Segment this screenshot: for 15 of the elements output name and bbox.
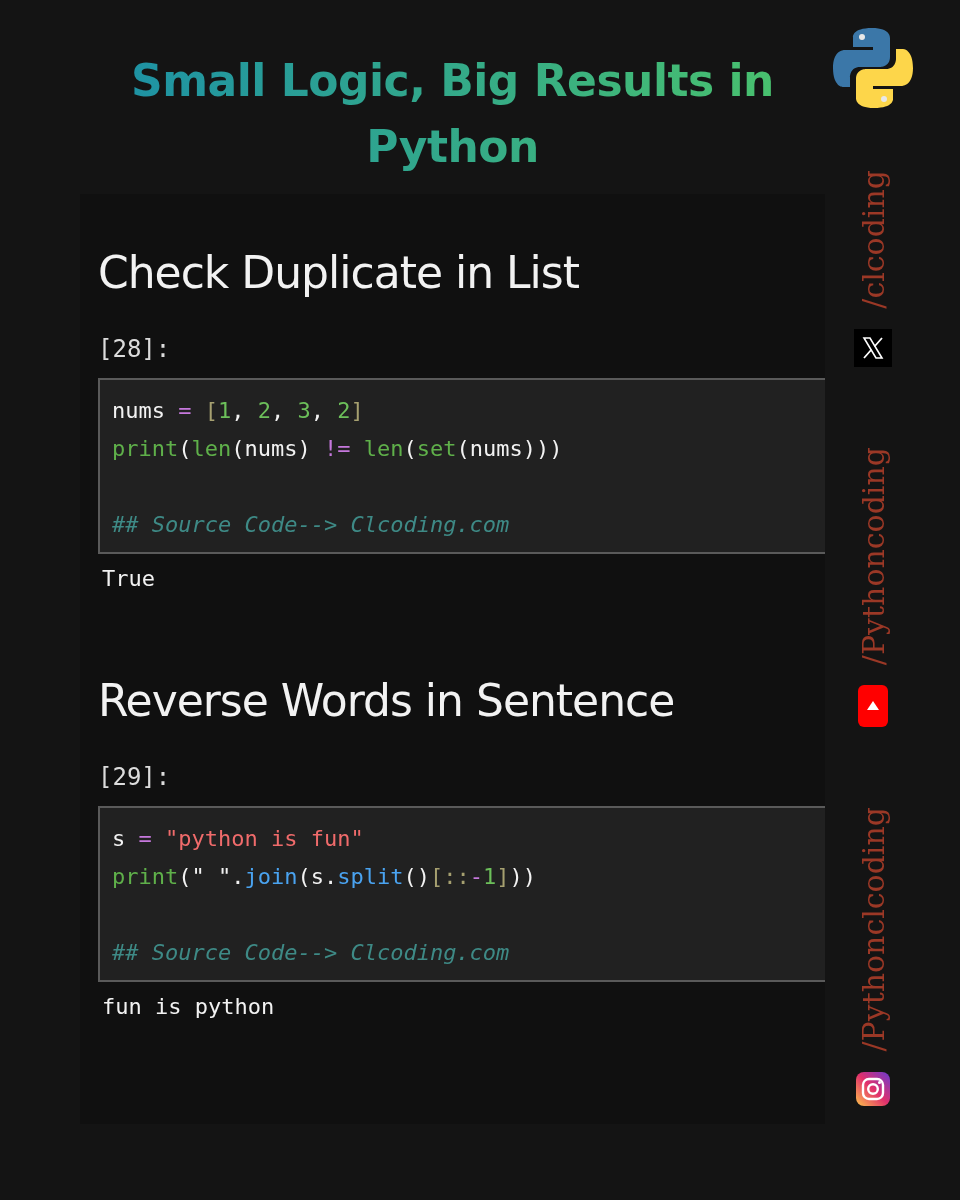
cell-output: True: [102, 565, 156, 593]
code-cell: nums = [1, 2, 3, 2] print(len(nums) != len(set(nums))) ## Source Code--> Clcoding.com: [98, 378, 825, 554]
social-handle: /Pythoncoding: [855, 446, 891, 665]
code-cell: s = "python is fun" print(" ".join(s.split()[::-1])) ## Source Code--> Clcoding.com: [98, 806, 825, 982]
camera-icon[interactable]: [856, 1071, 890, 1106]
play-button-icon[interactable]: [858, 684, 888, 727]
x-logo-icon[interactable]: [854, 328, 892, 367]
python-logo-icon: [831, 26, 915, 110]
cell-prompt: [28]:: [98, 334, 172, 364]
social-handle: /clcoding: [855, 170, 891, 309]
cell-heading: Check Duplicate in List: [98, 246, 580, 300]
cell-prompt: [29]:: [98, 762, 172, 792]
social-handle: /Pythonclcoding: [855, 806, 891, 1052]
cell-heading: Reverse Words in Sentence: [98, 674, 676, 728]
cell-output: fun is python: [102, 993, 276, 1021]
